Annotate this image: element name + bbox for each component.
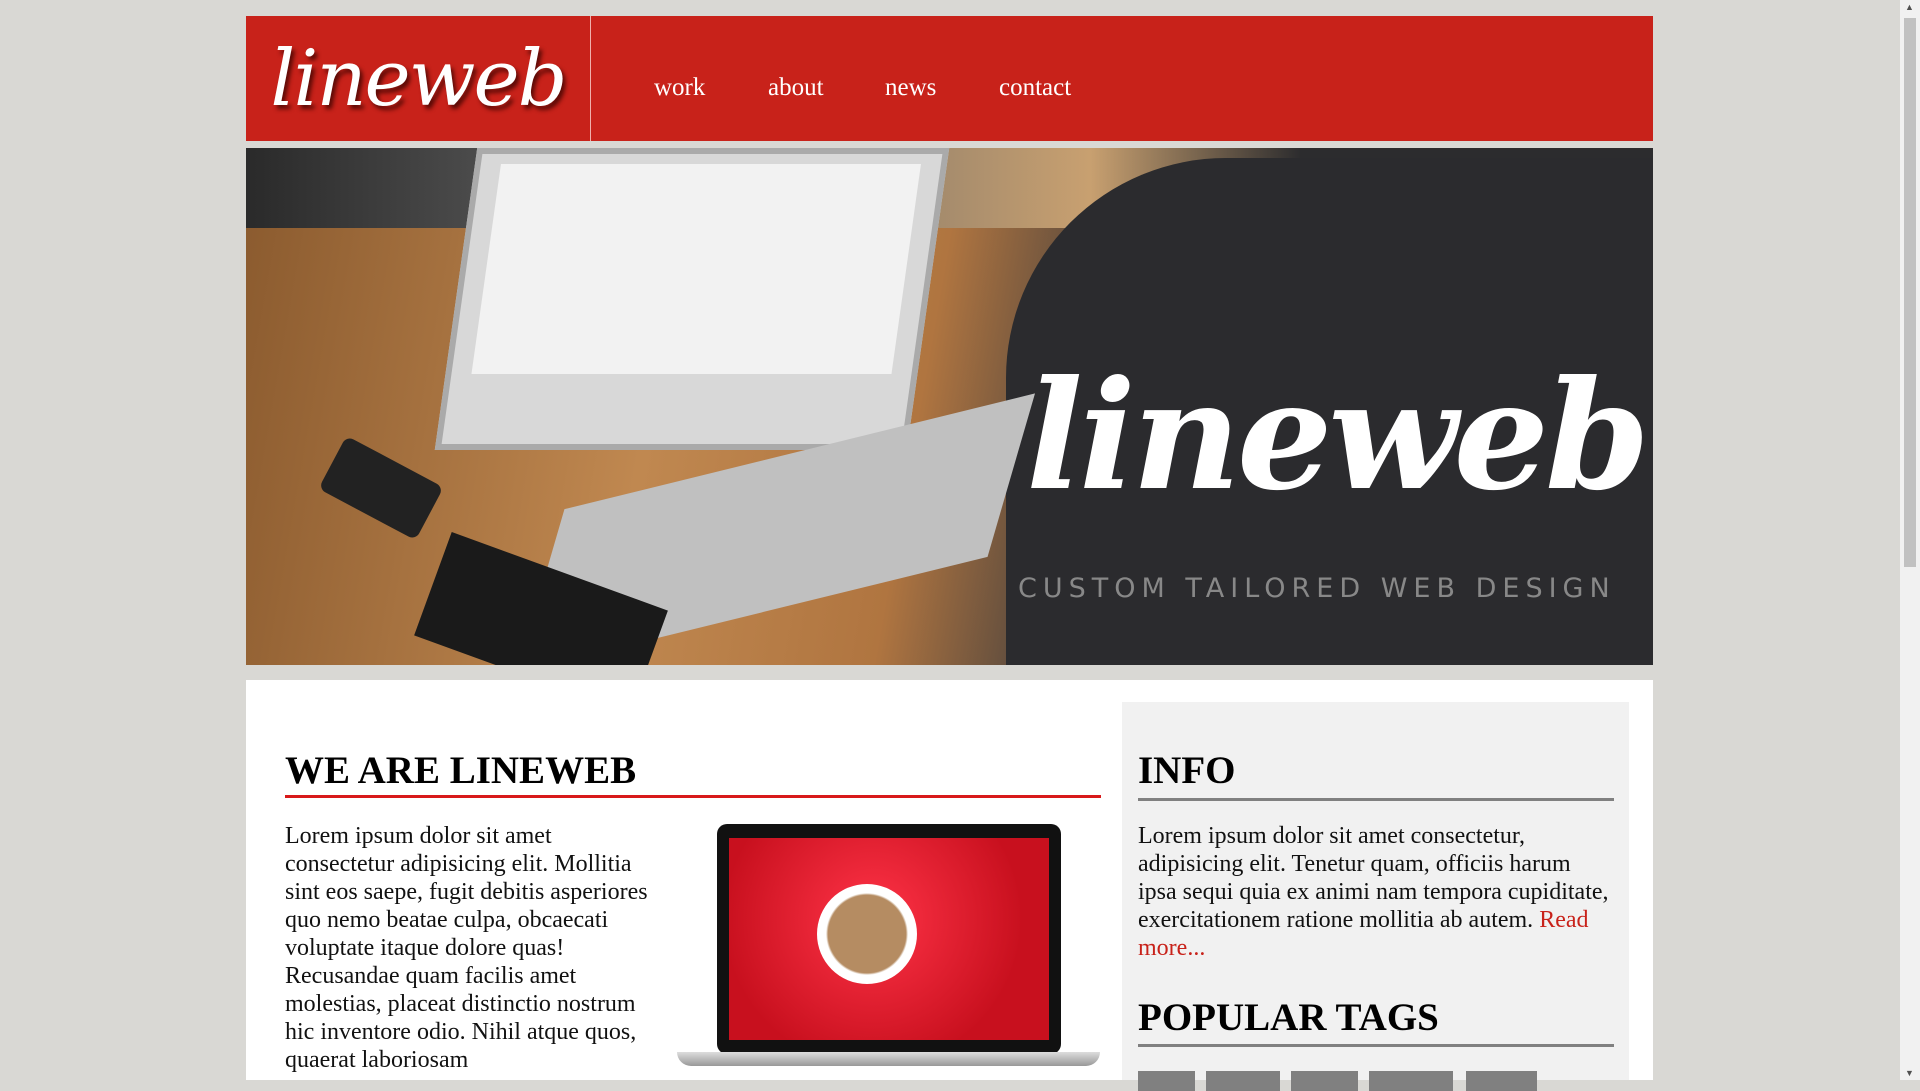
tag-button[interactable] bbox=[1291, 1071, 1358, 1091]
nav-news[interactable]: news bbox=[885, 74, 936, 102]
scrollbar[interactable]: ▲ ▼ bbox=[1900, 0, 1920, 1080]
scrollbar-thumb[interactable] bbox=[1904, 18, 1916, 567]
scroll-down-icon[interactable]: ▼ bbox=[1905, 1068, 1914, 1078]
hero-banner: lineweb CUSTOM TAILORED WEB DESIGN bbox=[246, 148, 1653, 665]
tag-button[interactable] bbox=[1369, 1071, 1453, 1091]
main-heading: WE ARE LINEWEB bbox=[285, 749, 637, 792]
info-body: Lorem ipsum dolor sit amet consectetur, … bbox=[1138, 822, 1614, 962]
info-divider bbox=[1138, 798, 1614, 801]
sidebar: INFO Lorem ipsum dolor sit amet consecte… bbox=[1122, 702, 1629, 1091]
popular-tags-heading: POPULAR TAGS bbox=[1138, 996, 1439, 1039]
info-text: Lorem ipsum dolor sit amet consectetur, … bbox=[1138, 823, 1609, 933]
info-heading: INFO bbox=[1138, 749, 1236, 792]
content-area: WE ARE LINEWEB Lorem ipsum dolor sit ame… bbox=[246, 680, 1653, 1091]
heading-divider bbox=[285, 795, 1101, 798]
hero-tagline: CUSTOM TAILORED WEB DESIGN bbox=[1018, 573, 1616, 604]
nav-work[interactable]: work bbox=[654, 74, 705, 102]
tags-divider bbox=[1138, 1044, 1614, 1047]
tag-button[interactable] bbox=[1466, 1071, 1537, 1091]
hero-laptop bbox=[434, 148, 950, 450]
scroll-up-icon[interactable]: ▲ bbox=[1905, 2, 1914, 12]
hero-phone bbox=[318, 435, 444, 541]
laptop-coffee-image bbox=[677, 824, 1100, 1084]
nav-about[interactable]: about bbox=[768, 74, 824, 102]
hero-title: lineweb bbox=[1026, 348, 1650, 524]
tag-button[interactable] bbox=[1206, 1071, 1280, 1091]
nav-contact[interactable]: contact bbox=[999, 74, 1071, 102]
site-header: lineweb work about news contact bbox=[246, 16, 1653, 141]
tag-button[interactable] bbox=[1138, 1071, 1195, 1091]
main-body: Lorem ipsum dolor sit amet consectetur a… bbox=[285, 823, 648, 1073]
logo[interactable]: lineweb bbox=[246, 16, 591, 141]
